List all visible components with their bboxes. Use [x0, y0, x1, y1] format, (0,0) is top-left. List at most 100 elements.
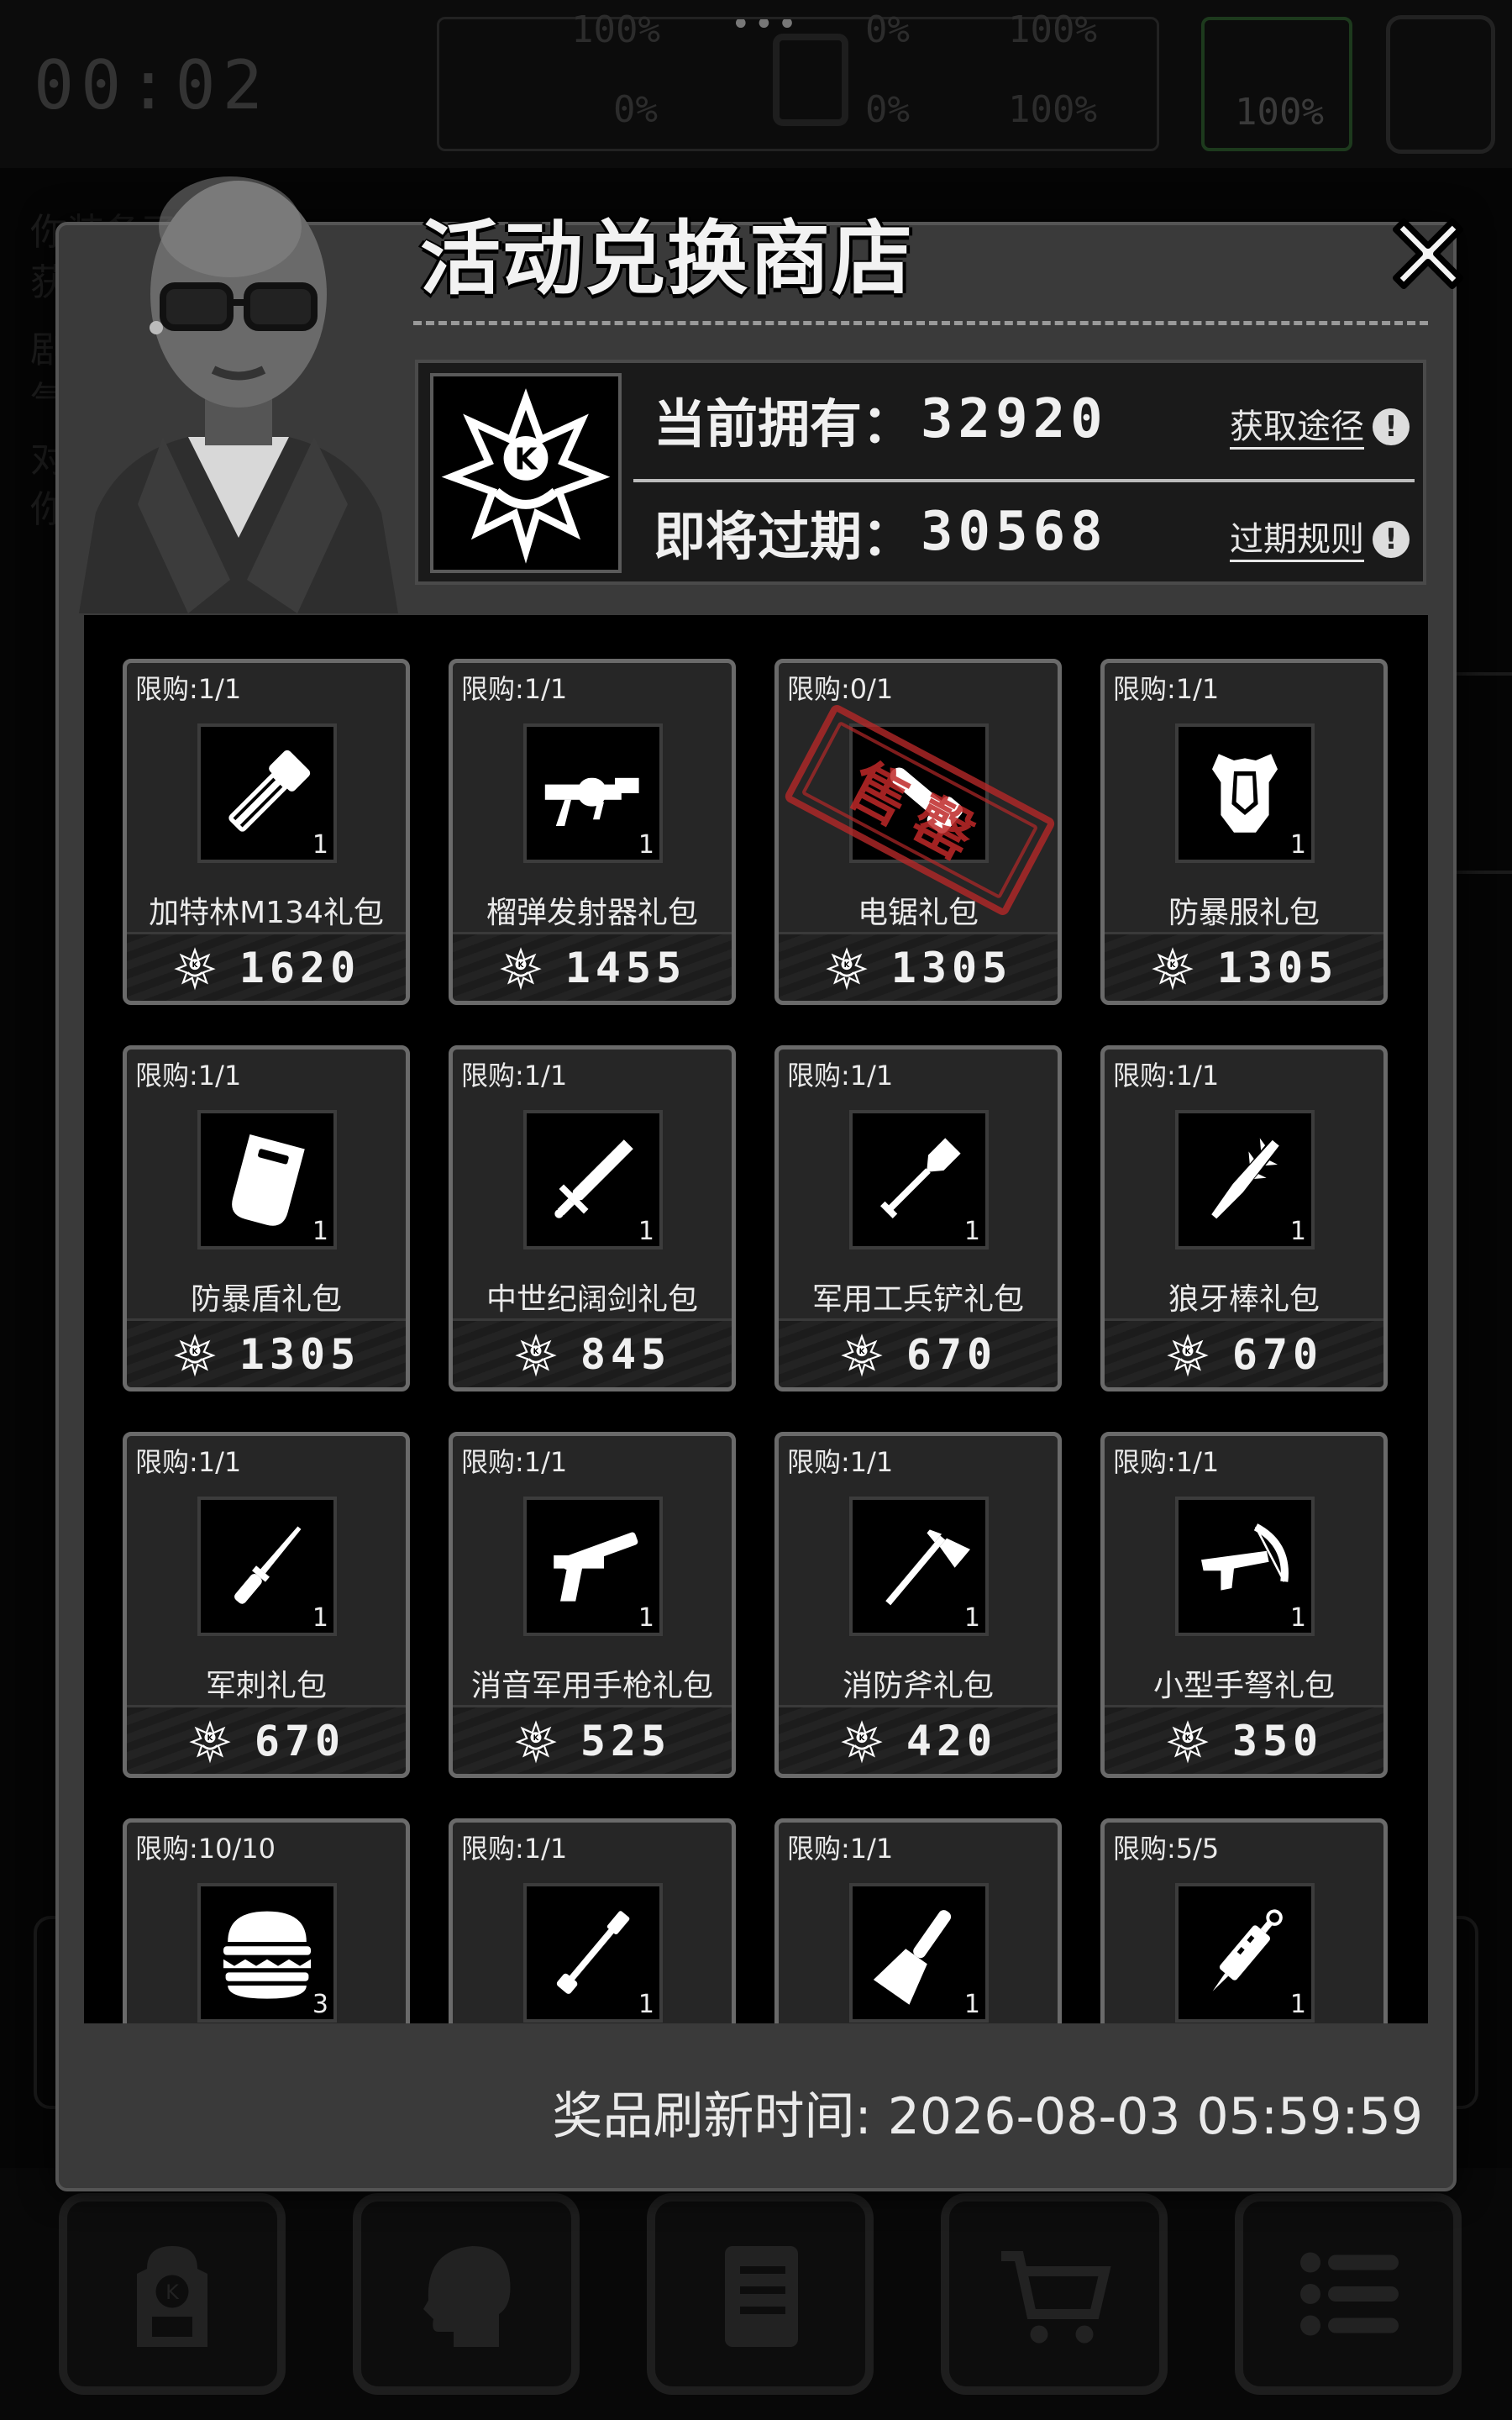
item-price: 670: [1231, 1329, 1324, 1379]
shop-item-card[interactable]: 限购:5/5 1: [1100, 1818, 1388, 2023]
shop-item-card[interactable]: 限购:1/1 1 榴弹发射器礼包 1455: [449, 659, 736, 1005]
currency-panel: K 当前拥有： 32920 获取途径 ! 即将过期： 30568 过期规则 !: [415, 360, 1426, 585]
k-emblem-icon: K: [441, 388, 611, 564]
price-bar: 420: [779, 1705, 1058, 1774]
price-bar: 525: [453, 1705, 732, 1774]
purchase-limit: 限购:1/1: [461, 673, 568, 705]
item-icon-box: 1: [523, 1497, 663, 1636]
backpack-icon: K: [137, 2246, 207, 2347]
hud-slot[interactable]: [1386, 15, 1495, 154]
hud-stat: 100%: [1008, 88, 1097, 131]
item-icon-box: 1: [197, 1110, 337, 1249]
expire-rule-link[interactable]: 过期规则: [1230, 519, 1364, 562]
expiring-value: 30568: [921, 501, 1108, 563]
shop-item-card[interactable]: 限购:10/10 3: [123, 1818, 410, 2023]
shop-item-card[interactable]: 限购:1/1 1 消音军用手枪礼包 525: [449, 1432, 736, 1778]
item-icon-box: 1: [523, 1110, 663, 1249]
item-price: 1455: [564, 943, 687, 992]
item-icon-box: 1: [523, 1883, 663, 2023]
price-bar: 1305: [779, 932, 1058, 1001]
backpack-button[interactable]: K: [59, 2193, 286, 2395]
silenced-pistol-icon: [554, 1531, 639, 1602]
item-icon-box: 1: [849, 1110, 989, 1249]
item-quantity: 1: [963, 1603, 980, 1633]
shop-item-card[interactable]: 限购:1/1 1 防暴盾礼包 1305: [123, 1045, 410, 1392]
info-icon[interactable]: !: [1373, 408, 1410, 445]
refresh-value: 2026-08-03 05:59:59: [887, 2087, 1423, 2146]
hud-stat: 0%: [865, 8, 910, 51]
purchase-limit: 限购:1/1: [461, 1060, 568, 1092]
shop-item-card[interactable]: 限购:1/1 1: [449, 1818, 736, 2023]
item-price: 670: [906, 1329, 998, 1379]
price-bar: 1305: [1105, 932, 1383, 1001]
item-price: 1305: [890, 943, 1013, 992]
item-name: 消防斧礼包: [842, 1669, 994, 1703]
item-icon-box: 1: [849, 1883, 989, 2023]
k-emblem-icon: [190, 1721, 229, 1761]
price-bar: 1620: [127, 932, 406, 1001]
shop-item-card[interactable]: 限购:0/1 电锯礼包 1305 售罄: [774, 659, 1062, 1005]
shop-item-card[interactable]: 限购:1/1 1 军刺礼包 670: [123, 1432, 410, 1778]
notebook-icon: [725, 2246, 798, 2347]
item-grid: 限购:1/1 1 加特林M134礼包 1620 限购:1/1 1 榴弹发射器礼包 1455 限购…: [123, 659, 1388, 2023]
fire-axe-icon: [876, 1521, 970, 1621]
purchase-limit: 限购:1/1: [135, 1446, 242, 1478]
title-divider: [413, 321, 1428, 325]
k-emblem-icon: [842, 1721, 881, 1761]
item-icon-box: 1: [523, 723, 663, 863]
item-price: 525: [580, 1716, 672, 1765]
shop-item-card[interactable]: 限购:1/1 1 小型手弩礼包 350: [1100, 1432, 1388, 1778]
skills-button[interactable]: [353, 2193, 580, 2395]
brain-head-icon: [423, 2246, 511, 2347]
shop-title: 活动兑换商店: [420, 212, 914, 306]
info-icon[interactable]: !: [1373, 521, 1410, 558]
shop-item-card[interactable]: 限购:1/1 1 消防斧礼包 420: [774, 1432, 1062, 1778]
menu-button[interactable]: [1235, 2193, 1462, 2395]
get-method-link[interactable]: 获取途径: [1230, 407, 1364, 450]
menu-list-icon: [1300, 2252, 1399, 2336]
price-bar: 670: [127, 1705, 406, 1774]
item-name: 加特林M134礼包: [149, 896, 384, 930]
item-icon-box: 1: [197, 1497, 337, 1636]
owned-value: 32920: [921, 388, 1108, 450]
shopping-cart-icon: [1001, 2251, 1111, 2344]
grenade-launcher-icon: [544, 777, 639, 826]
purchase-limit: 限购:1/1: [787, 1833, 894, 1865]
item-price: 420: [906, 1716, 998, 1765]
purchase-limit: 限购:10/10: [135, 1833, 276, 1865]
shop-item-card[interactable]: 限购:1/1 1 防暴服礼包 1305: [1100, 659, 1388, 1005]
hud-stat: 100%: [571, 8, 660, 51]
shop-item-card[interactable]: 限购:1/1 1 加特林M134礼包 1620: [123, 659, 410, 1005]
shovel-icon: [879, 1138, 961, 1220]
journal-button[interactable]: [647, 2193, 874, 2395]
lock-icon: [773, 34, 848, 126]
shop-item-card[interactable]: 限购:1/1 1 军用工兵铲礼包 670: [774, 1045, 1062, 1392]
item-icon-box: 1: [849, 1497, 989, 1636]
item-quantity: 1: [963, 1990, 980, 2019]
item-quantity: 1: [1289, 1603, 1306, 1633]
item-quantity: 1: [312, 1603, 328, 1633]
shop-item-card[interactable]: 限购:1/1 1: [774, 1818, 1062, 2023]
shop-button[interactable]: [941, 2193, 1168, 2395]
item-price: 350: [1231, 1716, 1324, 1765]
expiring-row: 即将过期： 30568: [654, 486, 1108, 578]
item-icon-box: 1: [1175, 1497, 1315, 1636]
item-name: 小型手弩礼包: [1152, 1669, 1335, 1703]
shop-item-card[interactable]: 限购:1/1 1 中世纪阔剑礼包 845: [449, 1045, 736, 1392]
hud-stat: 0%: [613, 88, 658, 131]
crossbow-icon: [1190, 1512, 1299, 1621]
expiring-label: 即将过期：: [654, 506, 915, 567]
owned-label: 当前拥有：: [654, 393, 915, 455]
item-icon-box: 3: [197, 1883, 337, 2023]
shop-item-card[interactable]: 限购:1/1 1 狼牙棒礼包 670: [1100, 1045, 1388, 1392]
hud-stat: 100%: [1008, 8, 1097, 51]
refresh-label: 奖品刷新时间:: [552, 2087, 872, 2146]
item-grid-scroll[interactable]: 限购:1/1 1 加特林M134礼包 1620 限购:1/1 1 榴弹发射器礼包 1455 限购…: [84, 615, 1428, 2023]
close-button[interactable]: [1378, 203, 1478, 304]
item-price: 1620: [239, 943, 361, 992]
price-bar: 670: [1105, 1318, 1383, 1387]
item-quantity: 1: [638, 1990, 654, 2019]
item-icon-box: 1: [197, 723, 337, 863]
hud-stat: 100%: [1235, 91, 1324, 134]
item-price: 1305: [239, 1329, 361, 1379]
